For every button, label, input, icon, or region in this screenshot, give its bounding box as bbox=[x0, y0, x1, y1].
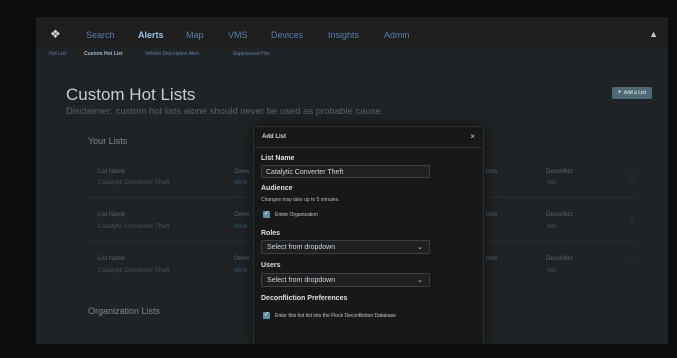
subnav-suppressed-hits[interactable]: Suppressed Hits bbox=[233, 51, 270, 57]
nav-devices[interactable]: Devices bbox=[271, 30, 303, 40]
list-name-cell[interactable]: Catalytic Converter Theft bbox=[98, 179, 170, 186]
col-header-owner: Owne bbox=[234, 256, 250, 262]
col-header-list-name: List Name bbox=[98, 256, 126, 262]
row-menu-icon[interactable]: ⋮ bbox=[628, 173, 636, 182]
modal-title: Add List bbox=[262, 134, 286, 140]
col-header-deconflict: Deconflict bbox=[546, 169, 573, 175]
nav-map[interactable]: Map bbox=[186, 30, 204, 40]
nav-alerts[interactable]: Alerts bbox=[138, 30, 164, 40]
audience-label: Audience bbox=[261, 185, 293, 192]
disclaimer-text: Disclaimer: custom hot lists alone shoul… bbox=[66, 106, 384, 117]
users-label: Users bbox=[261, 262, 281, 269]
chevron-down-icon: ⌄ bbox=[417, 277, 423, 284]
roles-select[interactable]: Select from dropdown ⌄ bbox=[261, 240, 430, 254]
logo-icon[interactable]: ❖ bbox=[50, 27, 61, 41]
plus-icon: + bbox=[617, 89, 622, 96]
deconflict-cell: Yes bbox=[546, 223, 557, 230]
nav-admin[interactable]: Admin bbox=[384, 30, 410, 40]
col-header-deconflict: Deconflict bbox=[546, 212, 573, 218]
close-icon[interactable]: × bbox=[470, 132, 475, 141]
audience-help-text: Changes may take up to 5 minutes. bbox=[261, 197, 340, 203]
users-select[interactable]: Select from dropdown ⌄ bbox=[261, 273, 430, 287]
col-header-list-name: List Name bbox=[98, 212, 126, 218]
list-name-label: List Name bbox=[261, 155, 295, 162]
col-header-owner: Owne bbox=[234, 169, 250, 175]
list-name-cell[interactable]: Catalytic Converter Theft bbox=[98, 267, 170, 274]
subnav-hot-list[interactable]: Hot List bbox=[49, 51, 66, 57]
sub-navigation: Hot List Custom Hot List Vehicle Descrip… bbox=[36, 49, 668, 61]
col-header-alerts: lerts bbox=[486, 212, 498, 218]
owner-cell: Wrie bbox=[234, 267, 248, 274]
notification-bell-icon[interactable]: ▲ bbox=[649, 29, 658, 39]
top-navigation: ❖ Search Alerts Map VMS Devices Insights… bbox=[36, 17, 668, 47]
nav-insights[interactable]: Insights bbox=[328, 30, 359, 40]
deconfliction-checkbox-label: Enter this hot list into the Flock Decon… bbox=[275, 313, 396, 319]
row-menu-icon[interactable]: ⋮ bbox=[628, 259, 636, 268]
subnav-vehicle-description-alert[interactable]: Vehicle Description Alert bbox=[145, 51, 199, 57]
modal-header: Add List × bbox=[254, 127, 483, 148]
entire-organization-checkbox[interactable]: ✓ bbox=[263, 211, 270, 218]
deconflict-cell: Yes bbox=[546, 179, 557, 186]
col-header-owner: Owne bbox=[234, 212, 250, 218]
row-menu-icon[interactable]: ⋮ bbox=[628, 217, 636, 226]
list-name-input[interactable]: Catalytic Converter Theft bbox=[261, 165, 430, 178]
roles-select-value: Select from dropdown bbox=[267, 244, 336, 251]
owner-cell: Wrie bbox=[234, 179, 248, 186]
users-select-value: Select from dropdown bbox=[267, 277, 336, 284]
add-list-button[interactable]: + Add a List bbox=[611, 87, 652, 99]
add-list-modal: Add List × List Name Catalytic Converter… bbox=[253, 126, 484, 344]
chevron-down-icon: ⌄ bbox=[417, 244, 423, 251]
nav-vms[interactable]: VMS bbox=[228, 30, 248, 40]
roles-label: Roles bbox=[261, 230, 281, 237]
owner-cell: Wrie bbox=[234, 223, 248, 230]
entire-organization-label: Entire Organization bbox=[275, 212, 318, 218]
col-header-list-name: List Name bbox=[98, 169, 126, 175]
deconflict-cell: Yes bbox=[546, 267, 557, 274]
your-lists-title: Your Lists bbox=[88, 136, 128, 146]
page-title: Custom Hot Lists bbox=[66, 85, 196, 104]
col-header-alerts: lerts bbox=[486, 169, 498, 175]
col-header-deconflict: Deconflict bbox=[546, 256, 573, 262]
list-name-cell[interactable]: Catalytic Converter Theft bbox=[98, 223, 170, 230]
organization-lists-title: Organization Lists bbox=[88, 306, 161, 316]
col-header-alerts: lerts bbox=[486, 256, 498, 262]
deconfliction-checkbox[interactable]: ✓ bbox=[263, 312, 270, 319]
subnav-custom-hot-list[interactable]: Custom Hot List bbox=[84, 51, 123, 57]
add-list-label: Add a List bbox=[623, 90, 646, 96]
app-screen: ❖ Search Alerts Map VMS Devices Insights… bbox=[36, 17, 668, 344]
nav-search[interactable]: Search bbox=[86, 30, 115, 40]
deconfliction-preferences-label: Deconfliction Preferences bbox=[261, 295, 348, 302]
